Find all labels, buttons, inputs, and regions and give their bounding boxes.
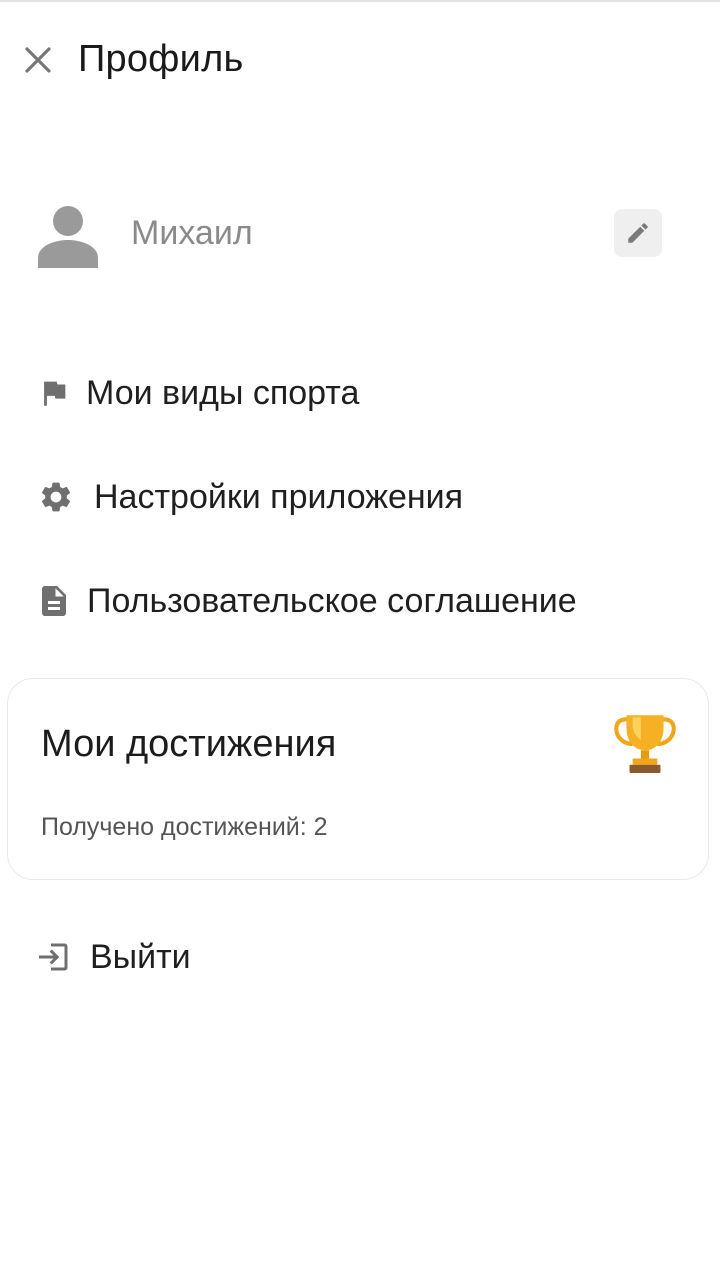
menu-item-sports[interactable]: Мои виды спорта	[0, 358, 720, 428]
page-title: Профиль	[78, 38, 244, 80]
edit-profile-button[interactable]	[614, 209, 662, 257]
profile-row: Михаил	[0, 194, 720, 274]
header: Профиль	[0, 2, 720, 120]
person-icon	[38, 206, 98, 268]
achievements-count: Получено достижений: 2	[41, 813, 328, 841]
flag-icon	[36, 375, 72, 411]
user-name: Михаил	[131, 214, 253, 252]
menu-item-label: Пользовательское соглашение	[87, 581, 577, 620]
logout-button[interactable]: Выйти	[0, 922, 720, 992]
trophy-icon	[614, 715, 676, 773]
close-icon	[25, 47, 51, 73]
close-button[interactable]	[18, 40, 58, 80]
login-icon	[36, 939, 72, 975]
document-icon	[36, 583, 72, 619]
profile-screen: Профиль Михаил Мои виды спорта Настройки…	[0, 0, 720, 1280]
menu-item-label: Мои виды спорта	[86, 373, 360, 412]
menu-item-user-agreement[interactable]: Пользовательское соглашение	[0, 566, 720, 636]
gear-icon	[38, 479, 74, 515]
achievements-card[interactable]: Мои достижения Получено достижений: 2	[7, 678, 709, 880]
pencil-icon	[628, 223, 648, 243]
menu-item-app-settings[interactable]: Настройки приложения	[0, 462, 720, 532]
achievements-title: Мои достижения	[41, 723, 337, 765]
menu-item-label: Настройки приложения	[94, 477, 464, 516]
logout-label: Выйти	[90, 937, 191, 976]
